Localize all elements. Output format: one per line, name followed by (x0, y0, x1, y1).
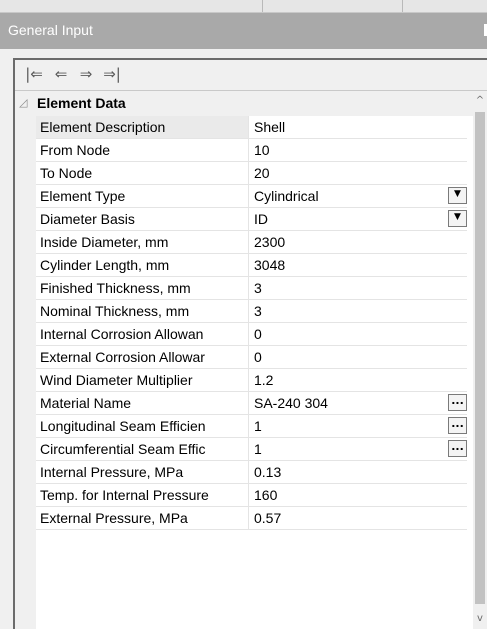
property-name: Internal Pressure, MPa (36, 461, 249, 483)
property-value[interactable]: ID (250, 208, 467, 230)
vertical-scrollbar[interactable]: ^ v (473, 91, 487, 629)
category-row-element-data[interactable]: ◿ Element Data (15, 91, 473, 116)
property-name: Circumferential Seam Effic (36, 438, 249, 460)
property-row[interactable]: Cylinder Length, mm 3048 (36, 254, 467, 277)
property-name: Inside Diameter, mm (36, 231, 249, 253)
property-row[interactable]: Inside Diameter, mm 2300 (36, 231, 467, 254)
property-name: Element Description (36, 116, 249, 138)
grid-gutter (15, 116, 36, 629)
property-row[interactable]: Internal Pressure, MPa 0.13 (36, 461, 467, 484)
panel-title: General Input (8, 22, 93, 38)
property-name: External Corrosion Allowar (36, 346, 249, 368)
property-row[interactable]: Longitudinal Seam Efficien 1... (36, 415, 467, 438)
last-icon[interactable]: ⇒| (101, 64, 123, 84)
scroll-down-icon[interactable]: v (473, 611, 487, 627)
property-name: Element Type (36, 185, 249, 207)
scroll-up-icon[interactable]: ^ (473, 93, 487, 109)
divider (402, 0, 403, 12)
property-value[interactable]: 0 (250, 346, 467, 368)
property-name: Cylinder Length, mm (36, 254, 249, 276)
property-row[interactable]: To Node 20 (36, 162, 467, 185)
property-name: External Pressure, MPa (36, 507, 249, 529)
ellipsis-button[interactable]: ... (448, 417, 467, 434)
property-value[interactable]: 0.13 (250, 461, 467, 483)
property-name: To Node (36, 162, 249, 184)
property-value[interactable]: 20 (250, 162, 467, 184)
top-strip (0, 0, 487, 13)
property-name: Diameter Basis (36, 208, 249, 230)
property-name: Internal Corrosion Allowan (36, 323, 249, 345)
ellipsis-button[interactable]: ... (448, 440, 467, 457)
property-value[interactable]: Cylindrical (250, 185, 467, 207)
property-value[interactable]: 10 (250, 139, 467, 161)
property-value[interactable]: SA-240 304 (250, 392, 467, 414)
scroll-thumb[interactable] (475, 112, 485, 604)
property-row[interactable]: Element Description Shell (36, 116, 467, 139)
dropdown-button[interactable]: ▼ (448, 187, 467, 204)
divider (262, 0, 263, 12)
property-name: Temp. for Internal Pressure (36, 484, 249, 506)
panel-body: |⇐ ⇐ ⇒ ⇒| ◿ Element Data Element Descrip… (0, 49, 487, 629)
property-value[interactable]: 2300 (250, 231, 467, 253)
property-row[interactable]: Circumferential Seam Effic 1... (36, 438, 467, 461)
property-value[interactable]: 3 (250, 300, 467, 322)
property-row[interactable]: External Corrosion Allowar 0 (36, 346, 467, 369)
property-value[interactable]: 3048 (250, 254, 467, 276)
property-row[interactable]: Diameter Basis ID ▼ (36, 208, 467, 231)
property-value[interactable]: 1 (250, 438, 467, 460)
dropdown-button[interactable]: ▼ (448, 210, 467, 227)
property-value[interactable]: 0.57 (250, 507, 467, 529)
property-name: Finished Thickness, mm (36, 277, 249, 299)
property-row[interactable]: Finished Thickness, mm 3 (36, 277, 467, 300)
property-row[interactable]: External Pressure, MPa 0.57 (36, 507, 467, 530)
property-value[interactable]: 1.2 (250, 369, 467, 391)
property-grid-frame: |⇐ ⇐ ⇒ ⇒| ◿ Element Data Element Descrip… (13, 58, 487, 629)
collapse-icon[interactable]: ◿ (19, 96, 27, 109)
first-icon[interactable]: |⇐ (23, 64, 45, 84)
property-value[interactable]: 0 (250, 323, 467, 345)
property-row[interactable]: Wind Diameter Multiplier 1.2 (36, 369, 467, 392)
property-name: Longitudinal Seam Efficien (36, 415, 249, 437)
ellipsis-button[interactable]: ... (448, 394, 467, 411)
previous-icon[interactable]: ⇐ (50, 64, 72, 84)
next-icon[interactable]: ⇒ (75, 64, 97, 84)
property-value[interactable]: 3 (250, 277, 467, 299)
property-row[interactable]: Nominal Thickness, mm 3 (36, 300, 467, 323)
property-name: Wind Diameter Multiplier (36, 369, 249, 391)
property-row[interactable]: Internal Corrosion Allowan 0 (36, 323, 467, 346)
property-value[interactable]: 160 (250, 484, 467, 506)
property-name: From Node (36, 139, 249, 161)
property-name: Nominal Thickness, mm (36, 300, 249, 322)
property-row[interactable]: Temp. for Internal Pressure 160 (36, 484, 467, 507)
property-grid: ◿ Element Data Element Description Shell F… (15, 91, 487, 629)
property-name: Material Name (36, 392, 249, 414)
toolbar: |⇐ ⇐ ⇒ ⇒| (15, 60, 487, 91)
property-row[interactable]: Material Name SA-240 304... (36, 392, 467, 415)
category-label: Element Data (37, 95, 126, 111)
panel-header[interactable]: General Input (0, 13, 487, 49)
property-value[interactable]: 1 (250, 415, 467, 437)
property-row[interactable]: From Node 10 (36, 139, 467, 162)
property-value[interactable]: Shell (250, 116, 467, 138)
property-row[interactable]: Element Type Cylindrical ▼ (36, 185, 467, 208)
